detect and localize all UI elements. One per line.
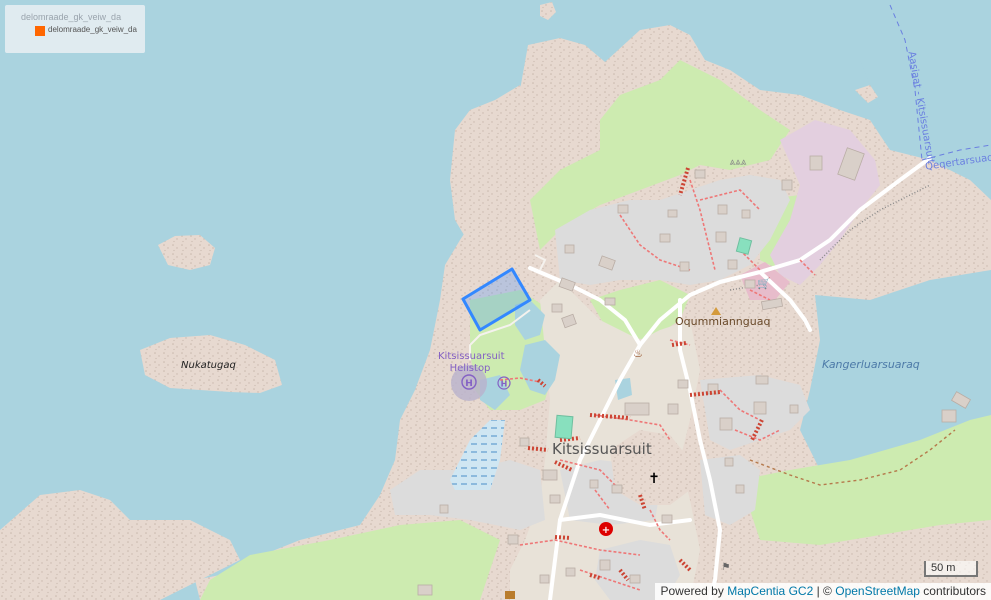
shop-icon: 🛒 <box>757 277 771 290</box>
church-icon: ✝ <box>648 471 660 487</box>
label-heliport: Kitsissuarsuit Helistop <box>438 351 505 374</box>
svg-text:♨: ♨ <box>633 347 643 360</box>
svg-text:🛒: 🛒 <box>757 277 771 290</box>
svg-text:+: + <box>602 525 610 536</box>
attribution-separator: | © <box>816 584 832 598</box>
label-bay: Kangerluarsuaraq <box>822 358 920 371</box>
svg-text:✝: ✝ <box>648 471 660 487</box>
attribution: Powered by MapCentia GC2 | © OpenStreetM… <box>655 583 991 600</box>
svg-text:H: H <box>501 380 508 389</box>
label-island: Nukatugaq <box>181 360 236 371</box>
label-town: Kitsissuarsuit <box>552 440 652 458</box>
svg-text:H: H <box>465 379 473 389</box>
legend-title: delomraade_gk_veiw_da <box>21 12 122 22</box>
mapcentia-link[interactable]: MapCentia GC2 <box>727 584 813 598</box>
scale-bar: 50 m <box>924 561 978 577</box>
viewpoint-icon: ⚑ <box>722 562 731 573</box>
svg-text:⚑: ⚑ <box>722 562 731 573</box>
school-icon <box>505 591 515 599</box>
attribution-suffix: contributors <box>923 584 986 598</box>
small-island <box>158 235 215 270</box>
legend-swatch <box>35 26 45 36</box>
fire-station-icon: ♨ <box>633 347 643 360</box>
attribution-prefix: Powered by <box>660 584 724 598</box>
hospital-icon: + <box>599 522 613 536</box>
label-hill: Oqummiannguaq <box>675 315 771 328</box>
legend-item-label: delomraade_gk_veiw_da <box>48 25 137 34</box>
picnic-icon: ⩓⩓⩓ <box>730 157 747 168</box>
sports-pitch <box>554 414 574 440</box>
map-canvas[interactable]: H H 🛒 ♨ ✝ + ⩓⩓⩓ ⚑ <box>0 0 991 600</box>
osm-link[interactable]: OpenStreetMap <box>835 584 920 598</box>
legend-panel: delomraade_gk_veiw_da delomraade_gk_veiw… <box>5 5 145 53</box>
svg-text:⩓⩓⩓: ⩓⩓⩓ <box>730 157 747 168</box>
